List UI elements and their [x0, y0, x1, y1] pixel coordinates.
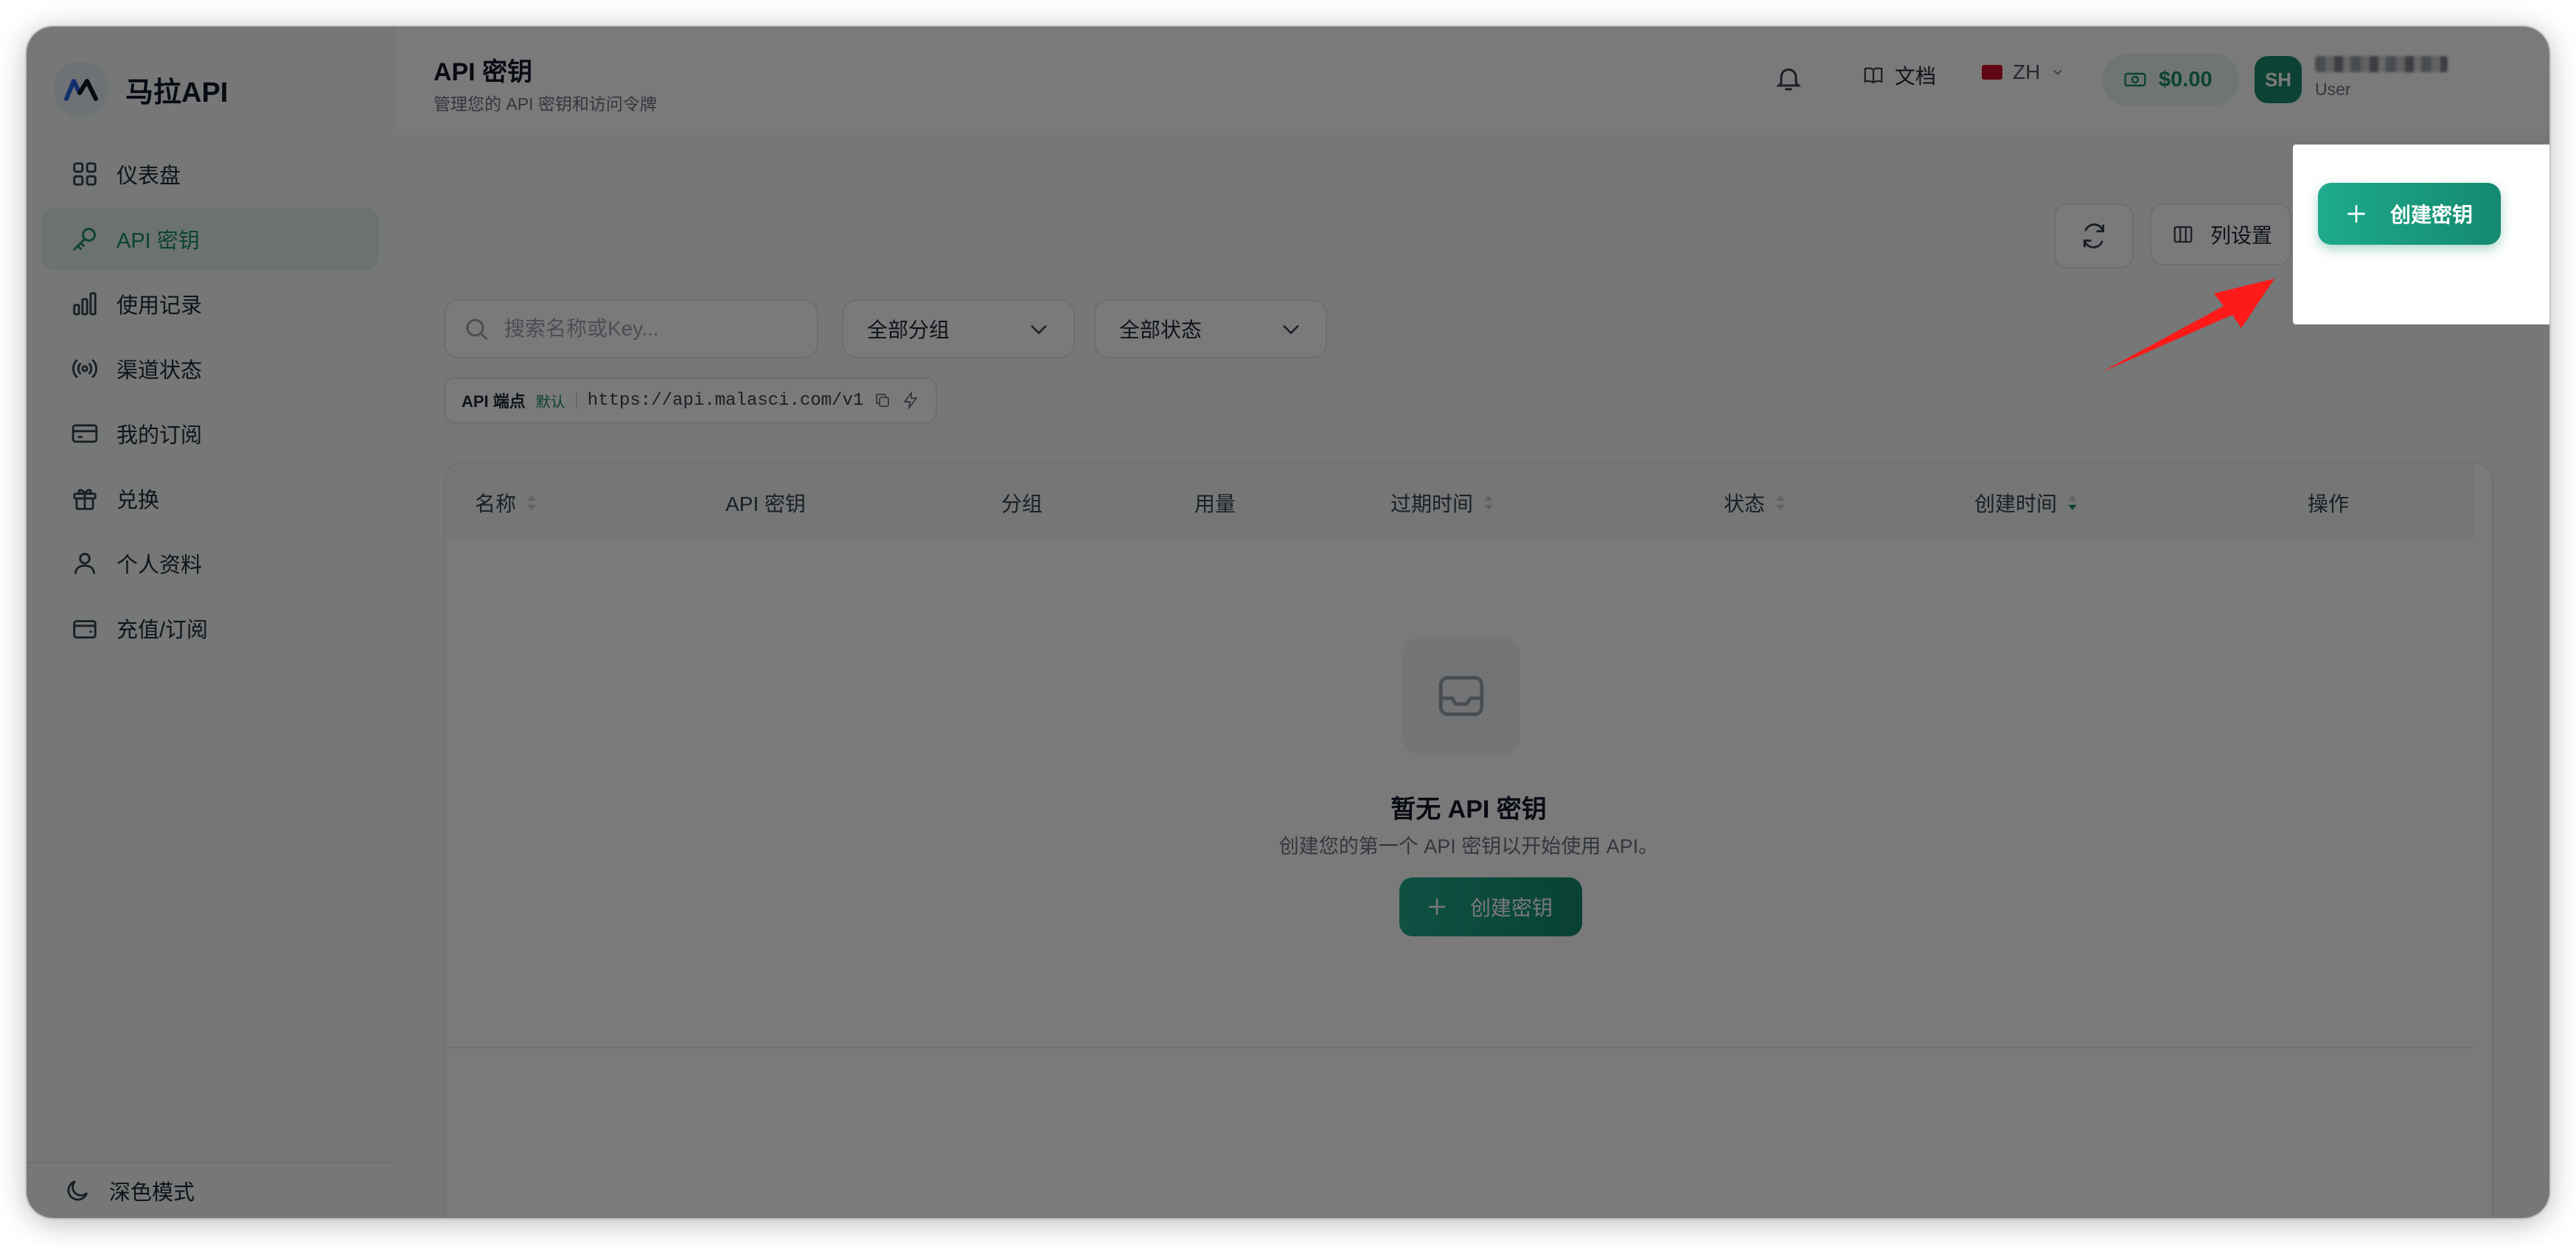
gift-icon	[73, 489, 97, 510]
brand[interactable]: 马拉API	[53, 53, 228, 125]
columns-icon	[2173, 226, 2193, 243]
divider	[575, 391, 577, 409]
sidebar-item-label: 使用记录	[116, 294, 203, 318]
key-icon	[73, 228, 96, 251]
column-header-name[interactable]: 名称	[475, 488, 537, 518]
group-filter-select[interactable]: 全部分组	[842, 299, 1075, 358]
sidebar-item-subscriptions[interactable]: 我的订阅	[41, 403, 379, 464]
column-header-actions: 操作	[2308, 493, 2350, 515]
highlight-box: 创建密钥	[2293, 145, 2549, 324]
docs-link[interactable]: 文档	[1862, 60, 1936, 90]
status-filter-value: 全部状态	[1119, 319, 1202, 341]
copy-icon[interactable]	[874, 391, 891, 409]
endpoint-url: https://api.malasci.com/v1	[587, 390, 864, 411]
balance-value: $0.00	[2159, 67, 2213, 91]
docs-label: 文档	[1895, 65, 1937, 88]
broadcast-icon	[72, 359, 98, 378]
endpoint-label: API 端点	[462, 392, 526, 411]
api-endpoint-bar: API 端点 默认 https://api.malasci.com/v1	[444, 377, 938, 423]
chevron-down-icon	[1031, 324, 1047, 335]
empty-state-subtitle: 创建您的第一个 API 密钥以开始使用 API。	[1278, 835, 1659, 857]
flag-icon	[1982, 65, 2002, 80]
column-header-api-key: API 密钥	[725, 493, 806, 515]
language-label: ZH	[2013, 60, 2041, 83]
column-header-group: 分组	[1001, 493, 1043, 515]
sidebar-item-usage[interactable]: 使用记录	[41, 273, 379, 335]
avatar[interactable]: SH	[2255, 56, 2302, 103]
sort-icon	[1776, 495, 1785, 510]
user-info[interactable]: User	[2315, 56, 2448, 100]
divider	[445, 1047, 2474, 1048]
dashboard-icon	[73, 162, 97, 186]
status-filter-select[interactable]: 全部状态	[1094, 299, 1327, 358]
api-keys-table: 名称 API 密钥 分组 用量 过期时间 状态 创建时间 操作 暂无 API 密…	[444, 462, 2493, 1218]
create-key-label: 创建密钥	[1470, 897, 1553, 919]
sort-icon	[527, 495, 536, 510]
empty-state-title: 暂无 API 密钥	[1390, 796, 1547, 824]
column-header-usage: 用量	[1194, 493, 1236, 515]
refresh-button[interactable]	[2054, 203, 2134, 268]
sidebar-item-redeem[interactable]: 兑换	[41, 467, 379, 529]
endpoint-default-tag: 默认	[535, 394, 565, 411]
group-filter-value: 全部分组	[867, 319, 950, 341]
sidebar-item-dashboard[interactable]: 仪表盘	[41, 143, 379, 205]
search-input[interactable]	[503, 316, 815, 341]
chevron-down-icon	[2053, 69, 2062, 75]
dark-mode-toggle[interactable]: 深色模式	[27, 1162, 397, 1218]
money-icon	[2124, 72, 2146, 87]
sidebar-item-channel-status[interactable]: 渠道状态	[41, 338, 379, 400]
sidebar-item-label: 个人资料	[116, 554, 203, 577]
sidebar-item-api-keys[interactable]: API 密钥	[41, 208, 379, 270]
sidebar-item-label: 充值/订阅	[116, 619, 209, 642]
sidebar-item-label: 仪表盘	[116, 164, 181, 188]
card-icon	[72, 424, 98, 443]
plus-icon	[2347, 205, 2365, 223]
app-window: 马拉API 仪表盘 API 密钥 使用记录 渠道状态 我的订阅 兑换 个人资料 …	[27, 27, 2549, 1218]
sidebar-item-label: 我的订阅	[116, 424, 203, 448]
refresh-icon	[2083, 223, 2105, 248]
sidebar-nav: 仪表盘 API 密钥 使用记录 渠道状态 我的订阅 兑换 个人资料 充值/订阅	[41, 143, 379, 662]
sidebar-item-label: 渠道状态	[116, 359, 203, 383]
page-title: API 密钥	[434, 58, 533, 86]
column-header-status[interactable]: 状态	[1724, 488, 1786, 518]
book-icon	[1864, 67, 1883, 84]
create-key-button-empty[interactable]: 创建密钥	[1399, 877, 1582, 936]
bar-chart-icon	[73, 292, 97, 316]
sidebar-item-label: 兑换	[116, 489, 160, 512]
search-field[interactable]	[444, 299, 818, 358]
chevron-down-icon	[1283, 324, 1299, 335]
logo-icon	[53, 61, 109, 117]
column-settings-button[interactable]: 列设置	[2150, 203, 2291, 265]
create-key-button[interactable]: 创建密钥	[2318, 183, 2501, 245]
dark-mode-label: 深色模式	[109, 1181, 195, 1205]
blurred-username	[2315, 56, 2448, 72]
sort-desc-icon	[2068, 495, 2077, 510]
sidebar-item-recharge[interactable]: 充值/订阅	[41, 597, 379, 659]
sidebar-item-label: API 密钥	[116, 229, 200, 253]
search-icon	[466, 319, 487, 340]
lightning-icon[interactable]	[902, 391, 919, 409]
main-content: 列设置 全部分组 全部状态 API 端点 默认 https://api.mala…	[397, 130, 2549, 1218]
bell-icon[interactable]	[1774, 63, 1803, 93]
moon-icon	[67, 1180, 88, 1201]
language-selector[interactable]: ZH	[1982, 60, 2065, 84]
column-header-created[interactable]: 创建时间	[1974, 488, 2078, 518]
table-header: 名称 API 密钥 分组 用量 过期时间 状态 创建时间 操作	[445, 463, 2474, 540]
inbox-icon	[1402, 637, 1520, 755]
balance-badge[interactable]: $0.00	[2103, 53, 2239, 106]
sort-icon	[1484, 495, 1493, 510]
brand-name: 马拉API	[125, 77, 229, 108]
user-role: User	[2315, 80, 2351, 99]
create-key-label: 创建密钥	[2390, 203, 2474, 226]
column-settings-label: 列设置	[2210, 224, 2273, 247]
top-header: API 密钥 管理您的 API 密钥和访问令牌 文档 ZH $0.00 SH U…	[397, 27, 2549, 131]
sidebar: 马拉API 仪表盘 API 密钥 使用记录 渠道状态 我的订阅 兑换 个人资料 …	[27, 27, 398, 1218]
sidebar-item-profile[interactable]: 个人资料	[41, 532, 379, 594]
page-subtitle: 管理您的 API 密钥和访问令牌	[434, 94, 657, 114]
wallet-icon	[73, 620, 97, 639]
user-icon	[74, 552, 96, 574]
column-header-expiry[interactable]: 过期时间	[1390, 488, 1494, 518]
plus-icon	[1428, 898, 1446, 916]
